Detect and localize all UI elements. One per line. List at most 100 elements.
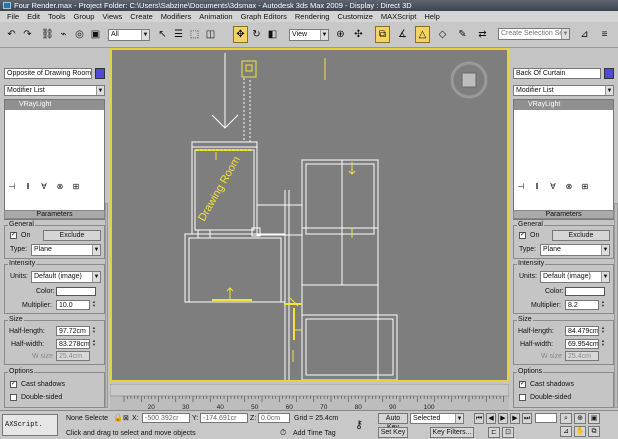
pan-icon[interactable]: ✋: [574, 426, 586, 437]
selection-filter-dropdown[interactable]: All ▼: [108, 29, 150, 41]
multiplier-field[interactable]: 8.2: [565, 300, 599, 310]
object-name-field[interactable]: Back Of Curtain: [513, 68, 601, 79]
maximize-viewport-icon[interactable]: ⧉: [588, 426, 600, 437]
light-type-dropdown[interactable]: Plane ▼: [540, 244, 610, 256]
select-and-manipulate-icon[interactable]: ✣: [351, 26, 366, 43]
key-filters-button[interactable]: Key Filters...: [430, 427, 474, 438]
spinner-arrows-icon[interactable]: ▲ ▼: [600, 300, 606, 309]
units-dropdown[interactable]: Default (image) ▼: [31, 271, 101, 283]
rectangular-selection-icon[interactable]: ⬚: [187, 26, 202, 43]
menu-help[interactable]: Help: [420, 11, 443, 22]
z-coordinate-field[interactable]: 0.0cm: [258, 413, 290, 423]
mirror-tool-icon[interactable]: ⊿: [577, 26, 592, 43]
reference-coordinate-dropdown[interactable]: View ▼: [289, 29, 329, 41]
menu-animation[interactable]: Animation: [195, 11, 236, 22]
parameters-rollout-header[interactable]: Parameters: [513, 210, 614, 219]
previous-frame-icon[interactable]: ◀: [486, 413, 496, 424]
select-object-icon[interactable]: ↖: [155, 26, 170, 43]
show-end-result-icon[interactable]: ‖: [531, 181, 543, 193]
multiplier-field[interactable]: 10.0: [56, 300, 90, 310]
light-icon[interactable]: ▣: [88, 26, 103, 43]
make-unique-icon[interactable]: ∀: [547, 181, 559, 193]
menu-edit[interactable]: Edit: [23, 11, 44, 22]
lock-selection-icon[interactable]: 🔒: [113, 413, 123, 422]
remove-modifier-icon[interactable]: ⊗: [54, 181, 66, 193]
on-checkbox[interactable]: ✓: [519, 232, 526, 239]
top-viewport[interactable]: Drawing Room: [110, 48, 509, 382]
menu-customize[interactable]: Customize: [333, 11, 376, 22]
cast-shadows-checkbox[interactable]: ✓: [10, 381, 17, 388]
half-length-field[interactable]: 84.479cm: [565, 326, 599, 336]
spinner-arrows-icon[interactable]: ▲ ▼: [91, 326, 97, 335]
select-by-name-icon[interactable]: ☰: [171, 26, 186, 43]
panel-scrollbar[interactable]: [614, 203, 618, 408]
spinner-arrows-icon[interactable]: ▲ ▼: [91, 339, 97, 348]
unlink-icon[interactable]: ⌁: [56, 26, 71, 43]
show-end-result-icon[interactable]: ‖: [22, 181, 34, 193]
mirror-icon[interactable]: ⇄: [475, 26, 490, 43]
window-crossing-icon[interactable]: ◫: [203, 26, 218, 43]
parameters-rollout-header[interactable]: Parameters: [4, 210, 105, 219]
half-width-field[interactable]: 83.278cm: [56, 339, 90, 349]
time-config-icon[interactable]: ⊡: [502, 427, 514, 438]
auto-key-dropdown[interactable]: Selected ▼: [410, 413, 464, 424]
menu-maxscript[interactable]: MAXScript: [377, 11, 420, 22]
configure-modifier-sets-icon[interactable]: ⊞: [70, 181, 82, 193]
y-coordinate-field[interactable]: -174.691cr: [200, 413, 248, 423]
named-selection-set-input[interactable]: Create Selection Set ▼: [498, 28, 570, 40]
half-width-field[interactable]: 69.954cm: [565, 339, 599, 349]
menu-views[interactable]: Views: [98, 11, 126, 22]
go-to-end-icon[interactable]: ⏭: [522, 413, 532, 424]
menu-file[interactable]: File: [3, 11, 23, 22]
key-mode-icon[interactable]: ⊏: [488, 427, 500, 438]
select-and-scale-icon[interactable]: ◧: [265, 26, 280, 43]
panel-scrollbar[interactable]: [105, 203, 108, 408]
on-checkbox[interactable]: ✓: [10, 232, 17, 239]
set-key-button[interactable]: Set Key: [378, 427, 408, 438]
modifier-stack-item[interactable]: VRayLight: [5, 100, 104, 110]
align-icon[interactable]: ≡: [597, 26, 612, 43]
zoom-all-icon[interactable]: ⊕: [574, 413, 586, 424]
units-dropdown[interactable]: Default (image) ▼: [540, 271, 610, 283]
current-frame-field[interactable]: [535, 413, 557, 423]
exclude-button[interactable]: Exclude: [552, 230, 610, 241]
zoom-icon[interactable]: ⌕: [560, 413, 572, 424]
viewcube-icon[interactable]: [450, 61, 488, 99]
spinner-snap-icon[interactable]: ◇: [435, 26, 450, 43]
exclude-button[interactable]: Exclude: [43, 230, 101, 241]
configure-modifier-sets-icon[interactable]: ⊞: [579, 181, 591, 193]
bind-to-space-warp-icon[interactable]: ◎: [72, 26, 87, 43]
play-icon[interactable]: ▶: [498, 413, 508, 424]
auto-key-button[interactable]: Auto Key: [378, 413, 408, 431]
next-frame-icon[interactable]: ▶: [510, 413, 520, 424]
pivot-center-icon[interactable]: ⊕: [333, 26, 348, 43]
absolute-mode-icon[interactable]: ⊠: [123, 414, 129, 423]
color-swatch[interactable]: [565, 287, 605, 296]
object-color-swatch[interactable]: [604, 68, 614, 79]
modifier-stack-item[interactable]: VRayLight: [514, 100, 613, 110]
remove-modifier-icon[interactable]: ⊗: [563, 181, 575, 193]
maxscript-listener[interactable]: AXScript.: [2, 414, 58, 436]
modifier-list-dropdown[interactable]: Modifier List ▼: [4, 85, 105, 96]
menu-group[interactable]: Group: [70, 11, 99, 22]
undo-icon[interactable]: ↶: [4, 26, 19, 43]
spinner-arrows-icon[interactable]: ▲ ▼: [600, 326, 606, 335]
angle-snap-icon[interactable]: ∡: [395, 26, 410, 43]
spinner-arrows-icon[interactable]: ▲ ▼: [600, 339, 606, 348]
x-coordinate-field[interactable]: -500.392cr: [142, 413, 190, 423]
edit-named-selection-icon[interactable]: ✎: [455, 26, 470, 43]
percent-snap-icon[interactable]: △: [415, 26, 430, 43]
object-name-field[interactable]: Opposite of Drawing Room: [4, 68, 92, 79]
object-color-swatch[interactable]: [95, 68, 105, 79]
menu-tools[interactable]: Tools: [44, 11, 70, 22]
spinner-arrows-icon[interactable]: ▲ ▼: [91, 300, 97, 309]
pin-stack-icon[interactable]: ⊣: [515, 181, 527, 193]
half-length-field[interactable]: 97.72cm: [56, 326, 90, 336]
light-type-dropdown[interactable]: Plane ▼: [31, 244, 101, 256]
modifier-list-dropdown[interactable]: Modifier List ▼: [513, 85, 614, 96]
menu-rendering[interactable]: Rendering: [291, 11, 334, 22]
field-of-view-icon[interactable]: ⊿: [560, 426, 572, 437]
timeline[interactable]: 20 30 40 50 60 70 80 90 100: [110, 384, 509, 410]
select-and-rotate-icon[interactable]: ↻: [249, 26, 264, 43]
double-sided-checkbox[interactable]: [10, 394, 17, 401]
